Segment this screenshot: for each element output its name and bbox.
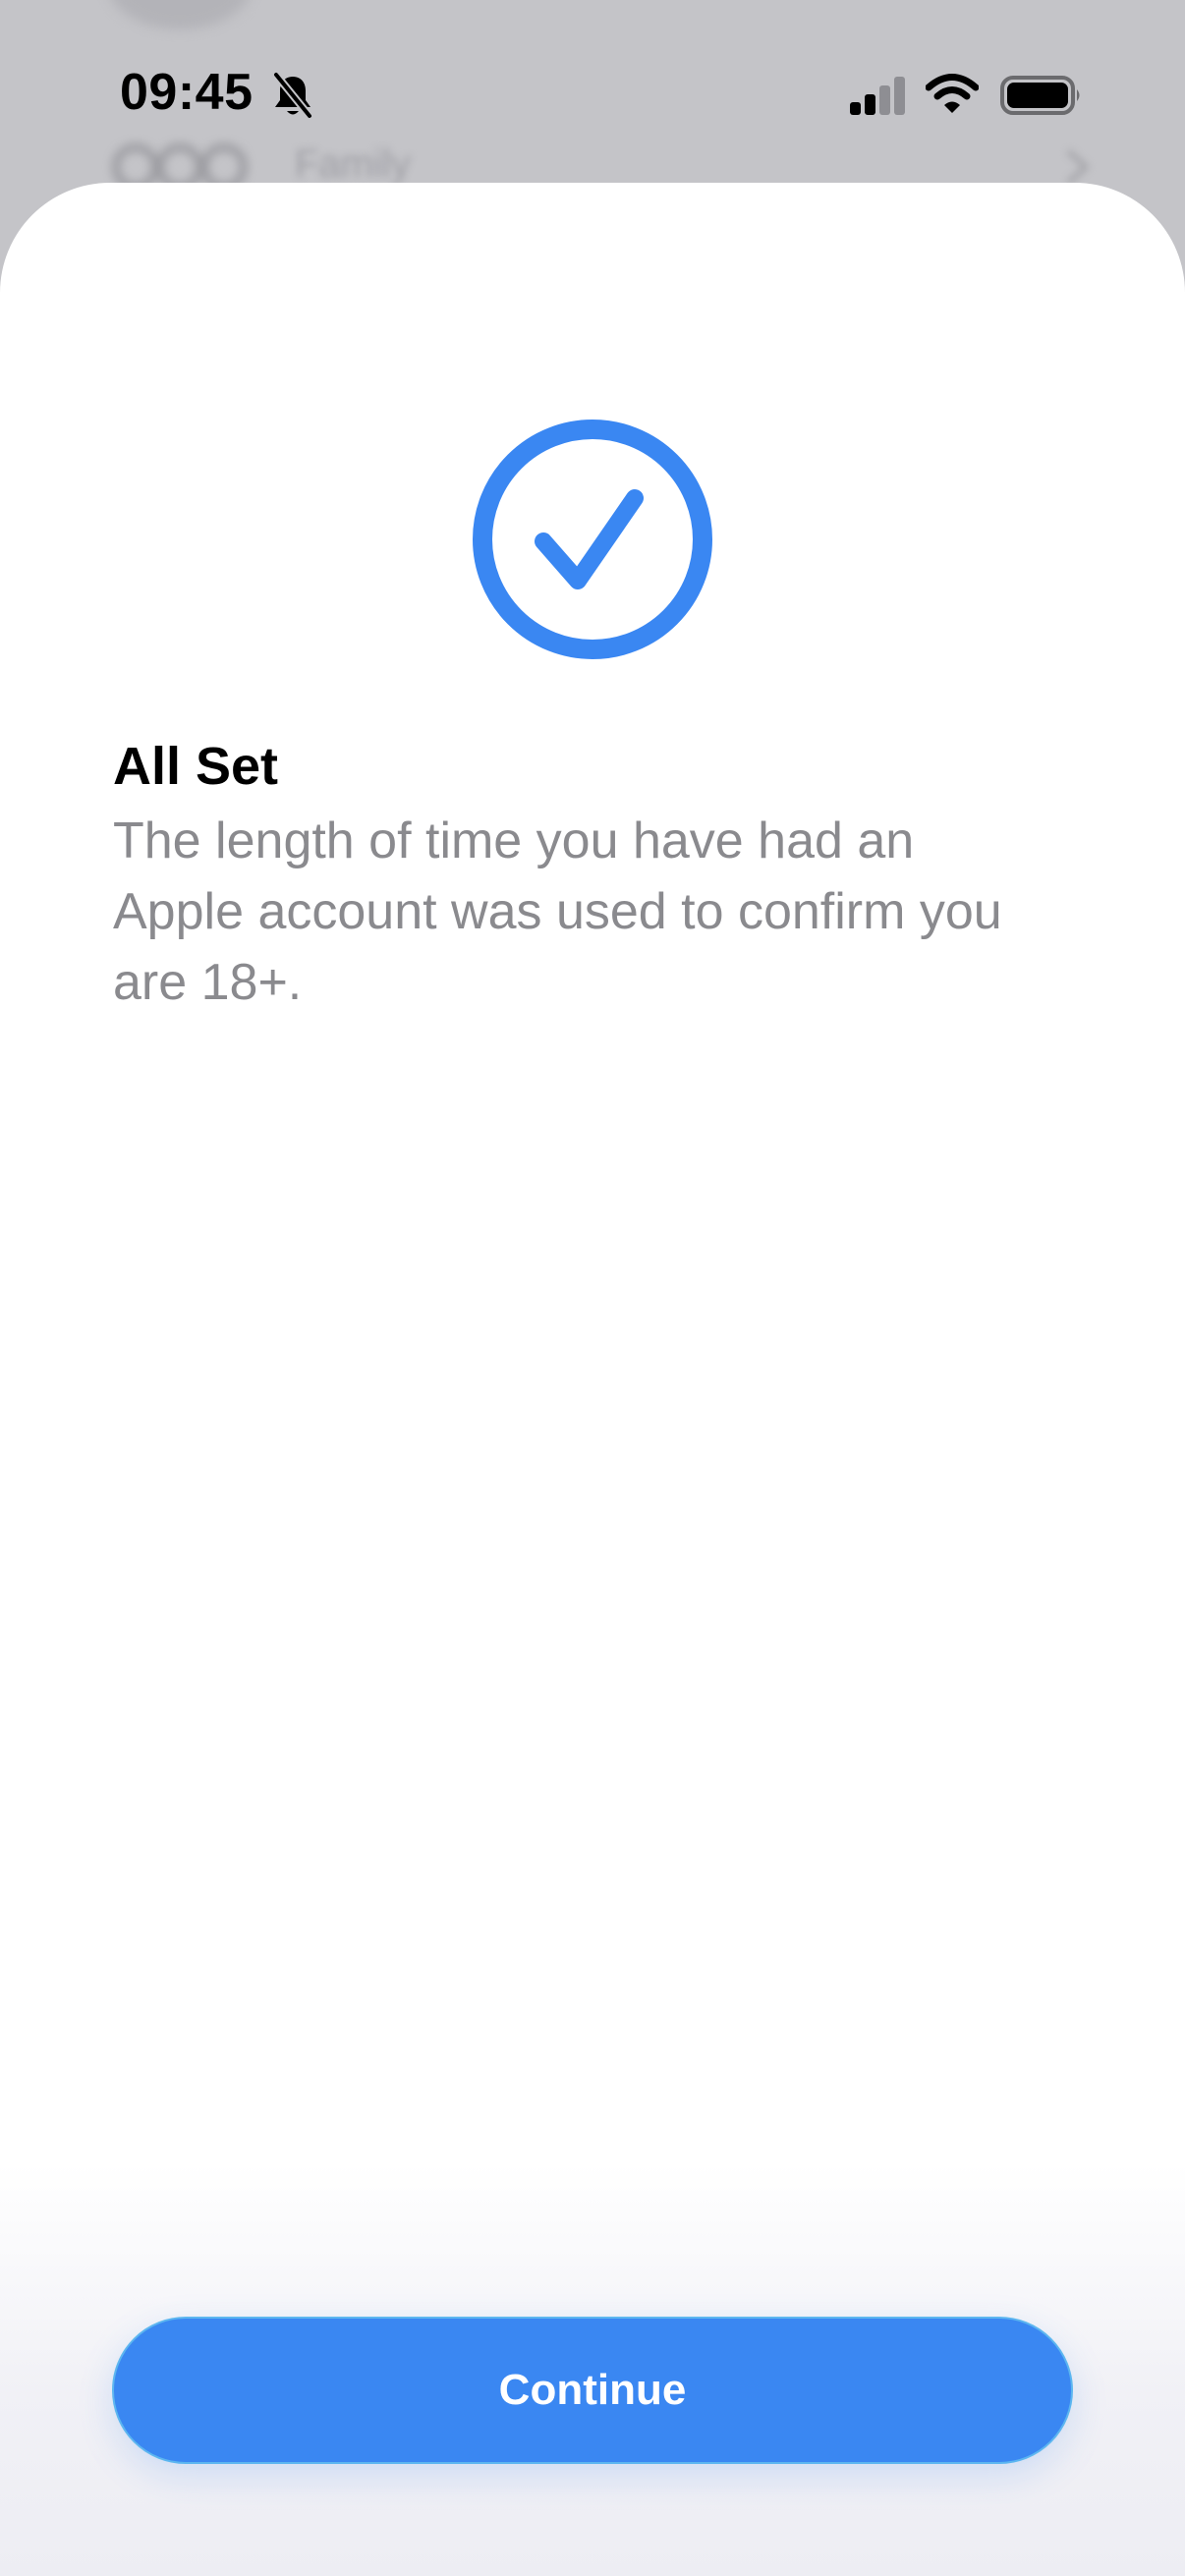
checkmark-circle-icon bbox=[473, 420, 712, 659]
wifi-icon bbox=[926, 74, 979, 113]
confirmation-sheet: All Set The length of time you have had … bbox=[0, 183, 1185, 2576]
battery-icon bbox=[1000, 76, 1080, 115]
continue-button[interactable]: Continue bbox=[112, 2317, 1073, 2464]
sheet-description: The length of time you have had an Apple… bbox=[113, 812, 1002, 1011]
cellular-signal-icon bbox=[850, 77, 905, 115]
bell-slash-icon bbox=[272, 71, 313, 120]
status-bar: 09:45 bbox=[0, 0, 1185, 187]
sheet-title: All Set bbox=[113, 737, 279, 796]
status-time: 09:45 bbox=[120, 64, 254, 121]
